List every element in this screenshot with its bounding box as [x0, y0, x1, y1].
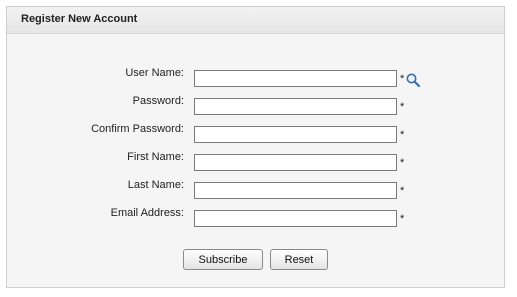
- required-marker: *: [400, 157, 405, 169]
- email-address-label: Email Address:: [110, 207, 184, 219]
- row-user-name: User Name: *: [7, 67, 504, 88]
- panel-header: Register New Account: [7, 7, 504, 34]
- confirm-password-label: Confirm Password:: [91, 123, 184, 135]
- user-name-label: User Name:: [125, 67, 184, 79]
- confirm-password-input[interactable]: [194, 126, 397, 143]
- reset-button[interactable]: Reset: [270, 249, 328, 270]
- subscribe-button[interactable]: Subscribe: [183, 249, 263, 270]
- panel-title: Register New Account: [21, 13, 138, 25]
- first-name-label: First Name:: [127, 151, 184, 163]
- required-marker: *: [400, 185, 405, 197]
- password-label: Password:: [132, 95, 184, 107]
- register-panel: Register New Account User Name: * Passwo…: [6, 6, 505, 288]
- required-marker: *: [400, 73, 405, 85]
- first-name-input[interactable]: [194, 154, 397, 171]
- row-last-name: Last Name: *: [7, 179, 504, 199]
- email-address-input[interactable]: [194, 210, 397, 227]
- register-form: User Name: * Password: * Confirm Passwor…: [7, 33, 504, 287]
- magnifier-icon[interactable]: [405, 72, 421, 88]
- user-name-input[interactable]: [194, 70, 397, 87]
- password-input[interactable]: [194, 98, 397, 115]
- row-email-address: Email Address: *: [7, 207, 504, 227]
- row-password: Password: *: [7, 95, 504, 115]
- last-name-input[interactable]: [194, 182, 397, 199]
- required-marker: *: [400, 101, 405, 113]
- row-confirm-password: Confirm Password: *: [7, 123, 504, 143]
- required-marker: *: [400, 129, 405, 141]
- row-first-name: First Name: *: [7, 151, 504, 171]
- last-name-label: Last Name:: [127, 179, 184, 191]
- required-marker: *: [400, 213, 405, 225]
